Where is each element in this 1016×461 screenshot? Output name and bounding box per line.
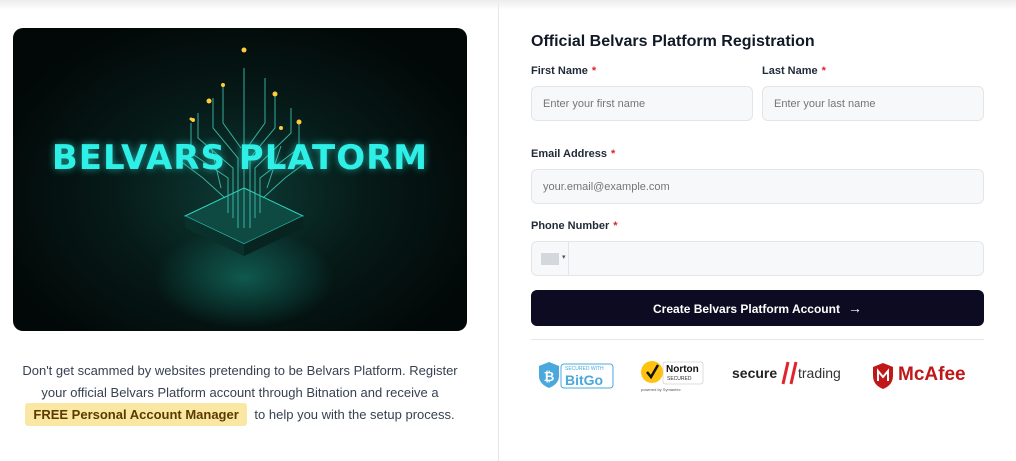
secure-trading-badge: secure trading: [732, 356, 848, 396]
free-manager-badge: FREE Personal Account Manager: [25, 403, 247, 426]
svg-text:₿: ₿: [544, 370, 555, 385]
phone-label: Phone Number *: [531, 220, 618, 232]
phone-field: ▾: [531, 241, 984, 276]
caret-down-icon: ▾: [562, 254, 566, 261]
last-name-input[interactable]: [762, 86, 984, 121]
registration-panel: Official Belvars Platform Registration F…: [499, 0, 1016, 461]
manager-offer: FREE Personal Account Manager to help yo…: [20, 403, 460, 426]
hero-banner: BELVARS PLATORM: [13, 28, 467, 331]
form-divider: [531, 339, 984, 340]
country-code-selector[interactable]: ▾: [532, 242, 569, 275]
email-label: Email Address *: [531, 148, 616, 160]
promo-panel: BELVARS PLATORM Don't get scammed by web…: [0, 0, 498, 461]
mcafee-shield-icon: [873, 363, 893, 389]
form-title: Official Belvars Platform Registration: [531, 33, 815, 50]
lead-text: Don't get scammed by websites pretending…: [22, 363, 458, 400]
arrow-right-icon: →: [847, 300, 862, 316]
phone-input[interactable]: [570, 242, 982, 275]
slash-mark-icon: [781, 361, 798, 385]
bitgo-badge: ₿ SECURED WITH BitGo: [537, 356, 615, 396]
setup-text: to help you with the setup process.: [254, 407, 455, 422]
last-name-label: Last Name *: [762, 65, 826, 77]
norton-badge: Norton SECURED powered by Symantec: [639, 356, 705, 396]
flag-icon: [541, 253, 559, 265]
create-account-button[interactable]: Create Belvars Platform Account →: [531, 290, 984, 326]
first-name-label: First Name *: [531, 65, 597, 77]
mcafee-badge: McAfee: [871, 356, 979, 396]
hero-title: BELVARS PLATORM: [51, 138, 429, 178]
first-name-input[interactable]: [531, 86, 753, 121]
email-input[interactable]: [531, 169, 984, 204]
circuit-tree-illustration: [154, 47, 334, 328]
